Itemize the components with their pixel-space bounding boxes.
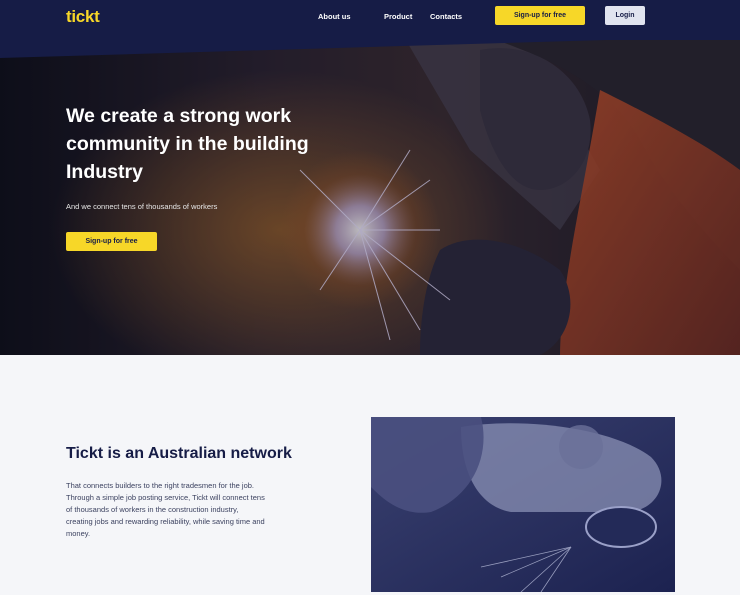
about-heading: Tickt is an Australian network — [66, 445, 292, 462]
hero-title: We create a strong work community in the… — [66, 105, 309, 183]
hero-welder-image — [0, 30, 740, 355]
nav-product[interactable]: Product — [384, 12, 412, 21]
signup-button-header[interactable]: Sign-up for free — [495, 6, 585, 25]
hero-subtitle: And we connect tens of thousands of work… — [66, 202, 218, 211]
hero-section: We create a strong work community in the… — [0, 30, 740, 355]
signup-button-hero[interactable]: Sign-up for free — [66, 232, 157, 251]
about-description: That connects builders to the right trad… — [66, 481, 265, 538]
angle-grinder-image — [371, 417, 675, 592]
top-navbar: tickt About us Product Contacts Sign-up … — [0, 0, 740, 40]
tickt-logo[interactable]: tickt — [66, 7, 100, 27]
nav-about-us[interactable]: About us — [318, 12, 351, 21]
login-button[interactable]: Login — [605, 6, 645, 25]
nav-contacts[interactable]: Contacts — [430, 12, 462, 21]
